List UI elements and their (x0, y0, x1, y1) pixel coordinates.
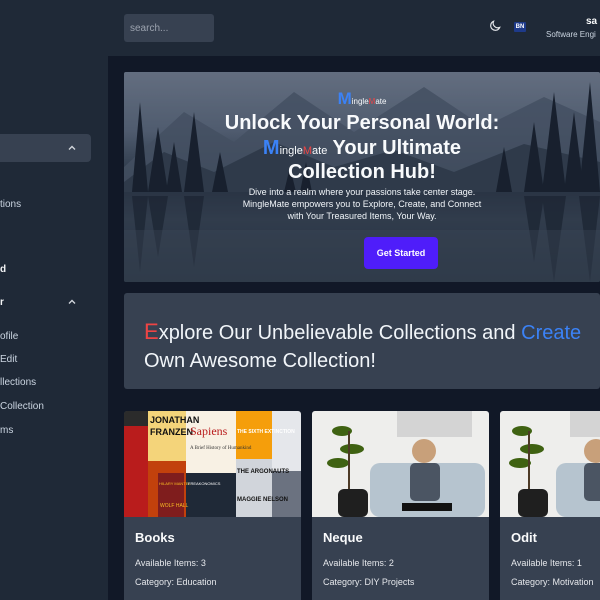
book-cover-text: FREAKONOMICS (188, 481, 221, 486)
sidebar-item-user[interactable]: r (0, 297, 4, 308)
sidebar: tions d r ofile Edit llections Collectio… (0, 56, 108, 600)
book-cover-text: THE SIXTH EXTINCTION (237, 429, 295, 435)
collection-card-odit[interactable]: Odit Available Items: 1 Category: Motiva… (500, 411, 600, 600)
hero-banner: MingleMate Unlock Your Personal World: M… (124, 72, 600, 282)
moon-icon[interactable] (488, 19, 502, 33)
person-on-couch-image (312, 411, 489, 517)
sidebar-group-active[interactable] (0, 134, 91, 162)
explore-heading: Explore Our Unbelievable Collections and… (144, 319, 582, 372)
collection-card-books[interactable]: JONATHAN FRANZEN Sapiens A Brief History… (124, 411, 301, 600)
explore-banner: Explore Our Unbelievable Collections and… (124, 293, 600, 389)
sidebar-item-items[interactable]: ms (0, 425, 13, 436)
card-title: Neque (323, 530, 363, 545)
user-name: sa (586, 16, 598, 27)
get-started-button[interactable]: Get Started (364, 237, 438, 269)
book-cover-text: THE ARGONAUTS (237, 469, 289, 475)
sidebar-item-collections[interactable]: tions (0, 199, 21, 210)
book-cover-text: HILARY MANTEL (159, 481, 191, 486)
book-cover-text: FRANZEN (150, 427, 193, 437)
book-cover-text: WOLF HALL (160, 503, 189, 509)
book-cover-text: Sapiens (190, 424, 228, 438)
sidebar-item-edit[interactable]: Edit (0, 354, 17, 365)
sidebar-item-profile[interactable]: ofile (0, 331, 18, 342)
chevron-up-icon[interactable] (67, 297, 77, 307)
search-input[interactable] (124, 14, 214, 42)
card-category: Category: Motivation (511, 577, 594, 587)
language-flag-icon[interactable]: BN (514, 22, 526, 32)
hero-headline-line3: Collection Hub! (288, 161, 436, 183)
chevron-up-icon[interactable] (67, 143, 77, 153)
sidebar-item-create-collection[interactable]: Collection (0, 401, 44, 412)
card-category: Category: Education (135, 577, 217, 587)
person-on-couch-image (500, 411, 600, 517)
hero-headline-line1: Unlock Your Personal World: (224, 112, 500, 134)
sidebar-item-dashboard[interactable]: d (0, 264, 6, 275)
card-available-items: Available Items: 3 (135, 558, 206, 568)
book-cover-text: A Brief History of Humankind (190, 446, 252, 451)
books-image: JONATHAN FRANZEN Sapiens A Brief History… (124, 411, 301, 517)
card-available-items: Available Items: 1 (511, 558, 582, 568)
collection-card-neque[interactable]: Neque Available Items: 2 Category: DIY P… (312, 411, 489, 600)
hero-headline-line2: MingleMate Your Ultimate (262, 137, 462, 159)
user-role: Software Engi (546, 30, 596, 39)
brand-logo: MingleMate (337, 89, 387, 108)
top-bar: BN sa Software Engi (0, 0, 600, 56)
book-cover-text: MAGGIE NELSON (237, 497, 288, 503)
card-title: Odit (511, 530, 537, 545)
card-available-items: Available Items: 2 (323, 558, 394, 568)
card-category: Category: DIY Projects (323, 577, 415, 587)
sidebar-item-my-collections[interactable]: llections (0, 377, 36, 388)
card-title: Books (135, 530, 175, 545)
hero-description: Dive into a realm where your passions ta… (242, 187, 482, 221)
